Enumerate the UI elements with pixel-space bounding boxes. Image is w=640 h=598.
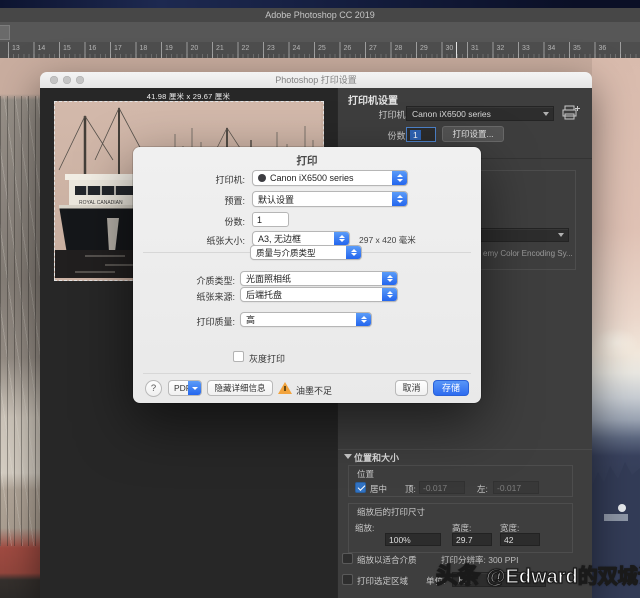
warning-icon — [278, 382, 292, 394]
options-bar — [0, 22, 640, 43]
copies-label: 份数: — [387, 131, 408, 141]
print-quality-label: 打印质量: — [196, 317, 235, 327]
scale-to-fit-label: 缩放以适合介质 — [357, 555, 417, 565]
paper-source-select[interactable]: 后端托盘 — [240, 287, 398, 302]
pdf-menu-button[interactable]: PDF — [168, 380, 202, 396]
paper-dimensions-text: 297 x 420 毫米 — [359, 235, 416, 245]
printer-status-icon — [258, 174, 266, 182]
scale-label: 缩放: — [355, 523, 375, 533]
ink-warning-text: 油墨不足 — [296, 386, 333, 396]
watermark-handle: @Edward的双城记 — [485, 565, 640, 588]
help-button[interactable]: ? — [145, 380, 162, 397]
center-label: 居中 — [370, 484, 388, 494]
dropdown-stepper-icon — [334, 232, 349, 245]
center-checkbox[interactable] — [355, 482, 366, 493]
hide-details-button[interactable]: 隐藏详细信息 — [207, 380, 273, 396]
section-select[interactable]: 质量与介质类型 — [250, 245, 362, 260]
chevron-down-icon — [188, 381, 201, 395]
copies-label: 份数: — [224, 217, 245, 227]
disclosure-triangle-icon[interactable] — [344, 454, 352, 459]
position-groupbox: 位置 居中 顶: -0.017 左: -0.017 — [348, 465, 573, 497]
media-type-label: 介质类型: — [196, 276, 235, 286]
color-encoding-text-fragment: emy Color Encoding Sy... — [483, 249, 573, 258]
position-size-header[interactable]: 位置和大小 — [354, 451, 399, 464]
app-titlebar: Adobe Photoshop CC 2019 — [0, 8, 640, 23]
window-titlebar[interactable]: Photoshop 打印设置 — [40, 72, 592, 89]
divider — [143, 373, 471, 374]
preset-label: 预置: — [224, 196, 245, 206]
printer-select[interactable]: Canon iX6500 series — [406, 106, 554, 121]
watermark: 头条 @Edward的双城记 — [435, 558, 640, 590]
save-button[interactable]: 存储 — [433, 380, 469, 396]
printer-setup-heading: 打印机设置 — [348, 96, 398, 107]
screen: Adobe Photoshop CC 2019 13 14 15 16 17 18 19 20… — [0, 0, 640, 598]
print-selected-area-checkbox[interactable] — [342, 574, 353, 585]
scale-to-fit-checkbox[interactable] — [342, 553, 353, 564]
scale-input[interactable]: 100% — [385, 533, 441, 546]
height-input[interactable]: 29.7 — [452, 533, 492, 546]
dropdown-stepper-icon — [382, 272, 397, 285]
top-label: 顶: — [405, 484, 416, 494]
copies-input[interactable]: 1 — [406, 127, 436, 142]
preset-select[interactable]: 默认设置 — [252, 191, 408, 207]
watermark-badge: 头条 — [435, 562, 481, 588]
position-group-label: 位置 — [357, 469, 375, 479]
canvas-photo-left — [0, 58, 40, 598]
printer-label: 打印机: — [215, 175, 245, 185]
printer-select[interactable]: Canon iX6500 series — [252, 170, 408, 186]
print-selected-area-label: 打印选定区域 — [357, 576, 409, 586]
section-divider — [338, 449, 592, 450]
printer-label: 打印机: — [378, 110, 408, 120]
desktop-strip — [0, 0, 640, 8]
chevron-down-icon — [543, 111, 549, 116]
grayscale-label: 灰度打印 — [249, 354, 286, 364]
boat-rigging-texture — [0, 96, 40, 546]
cancel-button[interactable]: 取消 — [395, 380, 428, 396]
paper-size-select[interactable]: A3, 无边框 — [252, 231, 350, 246]
width-input[interactable]: 42 — [500, 533, 540, 546]
print-settings-button[interactable]: 打印设置... — [442, 126, 504, 142]
window-title: Photoshop 打印设置 — [275, 75, 357, 85]
printer-plus-icon[interactable] — [562, 105, 580, 121]
check-icon — [357, 483, 365, 491]
chevron-down-icon — [558, 233, 564, 237]
paper-source-label: 纸张来源: — [196, 292, 235, 302]
top-input[interactable]: -0.017 — [419, 481, 465, 494]
dropdown-stepper-icon — [392, 192, 407, 206]
dropdown-stepper-icon — [392, 171, 407, 185]
grayscale-checkbox[interactable] — [233, 351, 244, 362]
canvas-photo-right — [592, 58, 640, 598]
left-input[interactable]: -0.017 — [493, 481, 539, 494]
tool-options-fragment[interactable] — [0, 25, 10, 40]
dropdown-stepper-icon — [382, 288, 397, 301]
dialog-title: 打印 — [296, 155, 318, 167]
media-type-select[interactable]: 光面照相纸 — [240, 271, 398, 286]
left-label: 左: — [477, 484, 488, 494]
app-title: Adobe Photoshop CC 2019 — [265, 10, 375, 20]
cloud — [594, 328, 638, 358]
dropdown-stepper-icon — [356, 313, 371, 326]
ruler-cursor-indicator — [456, 42, 457, 58]
paper-size-label: 纸张大小: — [206, 236, 245, 246]
scaled-print-size-groupbox: 缩放后的打印尺寸 缩放: 100% 高度: 29.7 宽度: 42 — [348, 503, 573, 553]
horizontal-ruler: 13 14 15 16 17 18 19 20 21 22 23 24 25 26 27 28 29 30 31 32… — [0, 42, 640, 59]
print-dialog: 打印 打印机: Canon iX6500 series 预置: 默认设置 份数:… — [133, 147, 481, 403]
copies-input[interactable]: 1 — [252, 212, 289, 227]
print-quality-select[interactable]: 高 — [240, 312, 372, 327]
dropdown-stepper-icon — [346, 246, 361, 259]
scaled-size-label: 缩放后的打印尺寸 — [357, 507, 426, 517]
